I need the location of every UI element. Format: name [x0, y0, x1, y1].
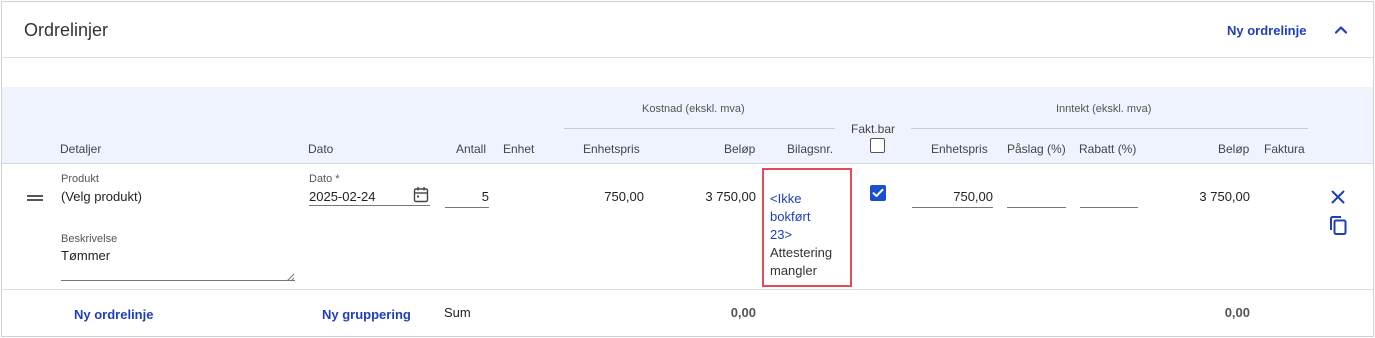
col-discount: Rabatt (%)	[1079, 142, 1137, 156]
chevron-up-icon[interactable]	[1333, 22, 1349, 38]
voucher-link-line: bokført	[770, 209, 811, 224]
voucher-status-line: Attestering	[770, 245, 833, 260]
income-unit-price-underline	[912, 191, 993, 208]
new-order-line-header-link[interactable]: Ny ordrelinje	[1227, 23, 1306, 38]
calendar-icon[interactable]	[413, 186, 429, 203]
income-group-line	[911, 128, 1308, 129]
drag-handle-icon[interactable]	[26, 191, 44, 203]
income-sum-value: 0,00	[1224, 305, 1250, 320]
description-label: Beskrivelse	[61, 233, 118, 245]
table-header: Kostnad (ekskl. mva) Inntekt (ekskl. mva…	[2, 87, 1373, 164]
col-income-unit-price: Enhetspris	[931, 142, 988, 156]
invoiceable-checkbox[interactable]	[870, 185, 886, 201]
row-divider	[2, 289, 1373, 290]
panel-title: Ordrelinjer	[24, 20, 109, 40]
col-invoiceable: Fakt.bar	[851, 122, 896, 136]
voucher-highlight-box: <Ikke bokført 23> Attestering mangler	[762, 168, 852, 287]
col-voucher-no: Bilagsnr.	[787, 142, 834, 156]
new-grouping-link[interactable]: Ny gruppering	[322, 307, 411, 322]
col-details: Detaljer	[60, 142, 102, 156]
cost-sum-value: 0,00	[730, 305, 756, 320]
date-label: Dato *	[309, 173, 340, 185]
resize-handle-icon[interactable]	[285, 269, 295, 282]
voucher-link-line: <Ikke	[770, 191, 802, 206]
income-group-header: Inntekt (ekskl. mva)	[1056, 103, 1152, 115]
date-field-underline	[309, 191, 430, 206]
markup-field-underline	[1007, 191, 1066, 208]
invoiceable-select-all-checkbox[interactable]	[870, 138, 885, 153]
cost-group-line	[564, 128, 835, 129]
col-unit: Enhet	[503, 142, 535, 156]
col-date: Dato	[308, 142, 334, 156]
order-lines-panel: Ordrelinjer Ny ordrelinje Kostnad (ekskl…	[1, 1, 1374, 337]
col-markup: Påslag (%)	[1007, 142, 1066, 156]
col-invoice: Faktura	[1264, 142, 1305, 156]
col-quantity: Antall	[456, 142, 487, 156]
voucher-link[interactable]: <Ikke bokført 23>	[770, 190, 810, 244]
voucher-link-line: 23>	[770, 227, 793, 242]
close-icon[interactable]	[1330, 189, 1346, 205]
sum-label: Sum	[444, 305, 471, 320]
header-divider	[2, 57, 1373, 58]
cost-group-header: Kostnad (ekskl. mva)	[642, 103, 745, 115]
voucher-status: Attestering mangler	[770, 244, 832, 280]
col-cost-unit-price: Enhetspris	[583, 142, 640, 156]
checkmark-icon	[872, 188, 884, 197]
description-field-underline	[61, 269, 295, 281]
copy-icon[interactable]	[1328, 215, 1348, 236]
voucher-status-line: mangler	[770, 263, 817, 278]
quantity-field-underline	[445, 191, 489, 208]
cost-unit-price-value: 750,00	[604, 189, 644, 204]
discount-field-underline	[1080, 191, 1138, 208]
product-select[interactable]: (Velg produkt)	[61, 189, 142, 204]
product-label: Produkt	[61, 173, 99, 185]
income-amount-value: 3 750,00	[1199, 189, 1250, 204]
new-order-line-footer-link[interactable]: Ny ordrelinje	[74, 307, 153, 322]
description-textarea[interactable]: Tømmer	[61, 248, 110, 263]
cost-amount-value: 3 750,00	[705, 189, 756, 204]
col-income-amount: Beløp	[1218, 142, 1250, 156]
col-cost-amount: Beløp	[724, 142, 756, 156]
